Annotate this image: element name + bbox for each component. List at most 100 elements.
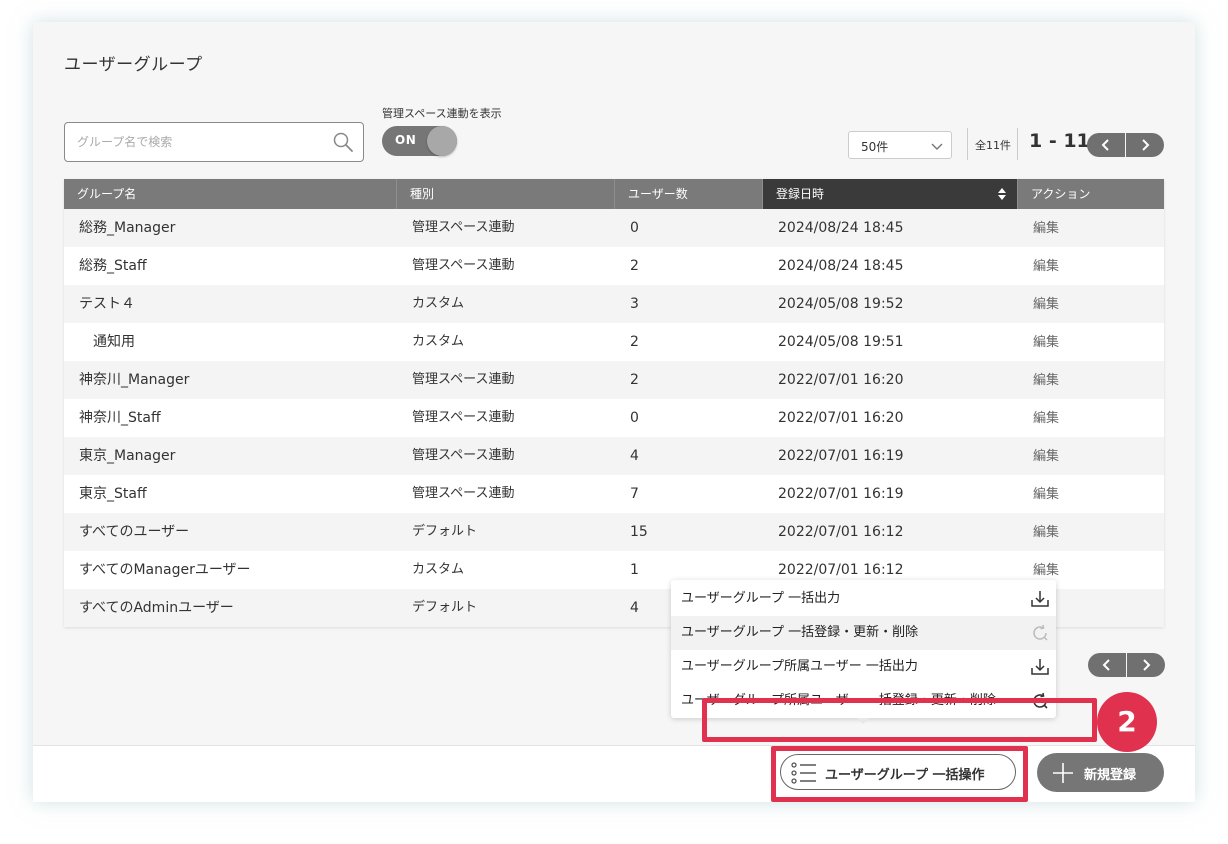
table-row: 神奈川_Staff 管理スペース連動 0 2022/07/01 16:20 編集 — [64, 399, 1164, 437]
user-count: 2 — [630, 334, 639, 350]
group-name: 総務_Staff — [79, 258, 147, 274]
table-row: テスト４ カスタム 3 2024/05/08 19:52 編集 — [64, 285, 1164, 323]
menu-item-group-export[interactable]: ユーザーグループ 一括出力 — [671, 582, 1056, 616]
column-header-user-count[interactable]: ユーザー数 — [615, 179, 763, 209]
table-row: すべてのユーザー デフォルト 15 2022/07/01 16:12 編集 — [64, 513, 1164, 551]
column-header-name[interactable]: グループ名 — [64, 179, 397, 209]
table-row: 通知用 カスタム 2 2024/05/08 19:51 編集 — [64, 323, 1164, 361]
total-count: 全11件 — [975, 139, 1011, 152]
user-count: 2 — [630, 372, 639, 388]
registered-at: 2022/07/01 16:20 — [778, 372, 904, 388]
chevron-right-icon — [1142, 139, 1150, 151]
per-page-select[interactable]: 50件 — [848, 131, 952, 159]
table-row: 神奈川_Manager 管理スペース連動 2 2022/07/01 16:20 … — [64, 361, 1164, 399]
refresh-icon — [1033, 624, 1048, 641]
prev-page-button[interactable] — [1088, 653, 1126, 677]
group-type: カスタム — [412, 562, 465, 577]
group-type: 管理スペース連動 — [412, 258, 515, 273]
user-count: 7 — [630, 486, 639, 502]
edit-link[interactable]: 編集 — [1033, 563, 1059, 578]
group-name: すべてのAdminユーザー — [79, 600, 234, 616]
edit-link[interactable]: 編集 — [1033, 373, 1059, 388]
chevron-left-icon — [1101, 139, 1109, 151]
edit-link[interactable]: 編集 — [1033, 411, 1059, 426]
registered-at: 2024/08/24 18:45 — [778, 220, 904, 236]
toggle-knob[interactable] — [427, 126, 457, 156]
table-header: グループ名 種別 ユーザー数 登録日時 アクション — [64, 179, 1164, 209]
group-type: デフォルト — [412, 524, 478, 539]
table-row: 東京_Staff 管理スペース連動 7 2022/07/01 16:19 編集 — [64, 475, 1164, 513]
next-page-button[interactable] — [1127, 653, 1165, 677]
search-input[interactable] — [77, 131, 327, 153]
menu-item-label: ユーザーグループ所属ユーザー 一括出力 — [681, 659, 918, 674]
column-header-action: アクション — [1031, 187, 1091, 201]
menu-item-member-export[interactable]: ユーザーグループ所属ユーザー 一括出力 — [671, 650, 1056, 684]
group-type: 管理スペース連動 — [412, 410, 515, 425]
new-registration-button[interactable]: 新規登録 — [1037, 753, 1164, 792]
column-header-registered[interactable]: 登録日時 — [763, 179, 1018, 209]
registered-at: 2022/07/01 16:19 — [778, 448, 904, 464]
column-header-registered-label: 登録日時 — [776, 187, 825, 201]
toggle-label: 管理スペース連動を表示 — [382, 107, 502, 120]
edit-link[interactable]: 編集 — [1033, 335, 1059, 350]
edit-link[interactable]: 編集 — [1033, 297, 1059, 312]
search-icon[interactable] — [333, 132, 353, 152]
per-page-value: 50件 — [861, 140, 889, 154]
registered-at: 2022/07/01 16:19 — [778, 486, 904, 502]
new-registration-label: 新規登録 — [1084, 768, 1137, 783]
next-page-button[interactable] — [1126, 133, 1164, 157]
menu-item-group-import[interactable]: ユーザーグループ 一括登録・更新・削除 — [671, 616, 1056, 650]
prev-page-button[interactable] — [1087, 133, 1125, 157]
list-icon — [791, 762, 816, 784]
page-title: ユーザーグループ — [64, 55, 203, 75]
registered-at: 2022/07/01 16:12 — [778, 524, 904, 540]
edit-link[interactable]: 編集 — [1033, 221, 1059, 236]
registered-at: 2022/07/01 16:20 — [778, 410, 904, 426]
group-type: 管理スペース連動 — [412, 448, 515, 463]
pager-top — [1087, 133, 1164, 157]
edit-link[interactable]: 編集 — [1033, 449, 1059, 464]
user-count: 3 — [630, 296, 639, 312]
user-count: 2 — [630, 258, 639, 274]
edit-link[interactable]: 編集 — [1033, 525, 1059, 540]
registered-at: 2024/05/08 19:52 — [778, 296, 904, 312]
chevron-right-icon — [1143, 659, 1151, 671]
group-name: テスト４ — [79, 296, 135, 312]
group-name: 総務_Manager — [79, 220, 176, 236]
table-row: 東京_Manager 管理スペース連動 4 2022/07/01 16:19 編… — [64, 437, 1164, 475]
download-icon — [1031, 659, 1049, 675]
download-icon — [1031, 591, 1049, 607]
step-badge: 2 — [1097, 692, 1157, 752]
group-name: 神奈川_Manager — [79, 372, 190, 388]
divider — [1017, 128, 1018, 160]
group-type: デフォルト — [412, 600, 478, 615]
menu-item-label: ユーザーグループ 一括登録・更新・削除 — [681, 625, 919, 640]
menu-item-label: ユーザーグループ 一括出力 — [681, 591, 841, 606]
group-type: 管理スペース連動 — [412, 220, 515, 235]
bulk-operation-label: ユーザーグループ 一括操作 — [825, 768, 985, 783]
user-count: 4 — [630, 448, 639, 464]
chevron-down-icon — [931, 143, 943, 150]
group-name: 東京_Staff — [79, 486, 147, 502]
group-type: 管理スペース連動 — [412, 486, 515, 501]
bulk-operation-button[interactable]: ユーザーグループ 一括操作 — [780, 754, 1016, 790]
edit-link[interactable]: 編集 — [1033, 259, 1059, 274]
column-header-type[interactable]: 種別 — [397, 179, 615, 209]
edit-link[interactable]: 編集 — [1033, 487, 1059, 502]
registered-at: 2024/08/24 18:45 — [778, 258, 904, 274]
sort-icon[interactable] — [997, 187, 1007, 201]
table-row: 総務_Staff 管理スペース連動 2 2024/08/24 18:45 編集 — [64, 247, 1164, 285]
pager-bottom — [1088, 653, 1165, 677]
divider — [967, 128, 968, 160]
toggle-state-text: ON — [395, 133, 417, 147]
group-name: 通知用 — [93, 334, 135, 350]
chevron-left-icon — [1102, 659, 1110, 671]
group-name: すべてのManagerユーザー — [79, 562, 251, 578]
user-count: 0 — [630, 220, 639, 236]
user-count: 15 — [630, 524, 648, 540]
user-count: 0 — [630, 410, 639, 426]
group-name: 東京_Manager — [79, 448, 176, 464]
registered-at: 2024/05/08 19:51 — [778, 334, 904, 350]
search-field[interactable] — [64, 122, 364, 162]
admin-space-toggle[interactable]: ON — [382, 126, 457, 156]
